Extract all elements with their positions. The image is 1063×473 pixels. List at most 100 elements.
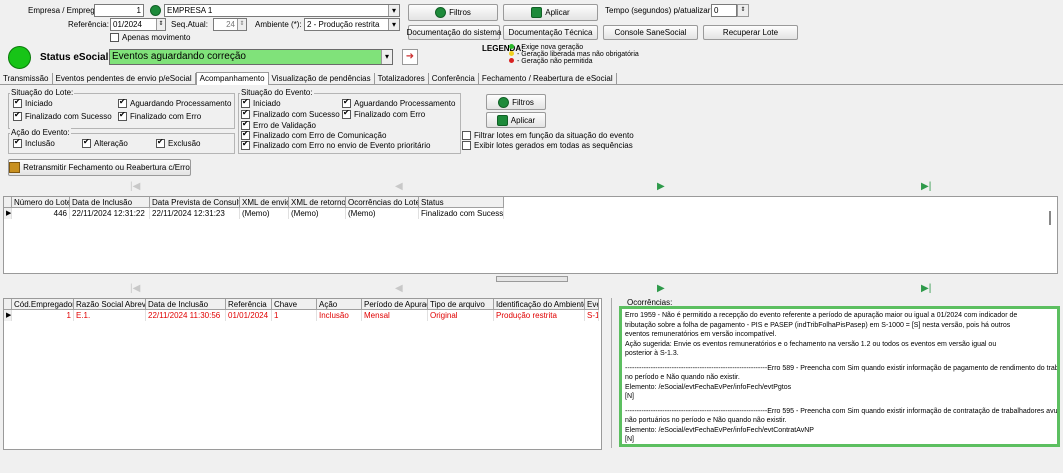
- referencia-field[interactable]: 01/2024 ⇕: [110, 18, 166, 31]
- ev-erro-envio-checkbox[interactable]: Finalizado com Erro no envio de Evento p…: [241, 139, 430, 151]
- scrollbar-thumb[interactable]: [1049, 211, 1051, 225]
- col-header[interactable]: Data de Inclusão: [70, 197, 150, 208]
- col-header[interactable]: Data de Inclusão: [146, 299, 226, 310]
- col-header[interactable]: Ocorrências do Lote: [346, 197, 419, 208]
- col-header[interactable]: XML de envio: [240, 197, 289, 208]
- cell[interactable]: 01/01/2024: [226, 310, 272, 321]
- last-record-icon[interactable]: ▶|: [921, 283, 931, 294]
- dropdown-arrow-icon[interactable]: ▾: [388, 5, 399, 16]
- checkbox-icon[interactable]: [156, 137, 165, 149]
- aplicar-button[interactable]: Aplicar: [503, 4, 598, 21]
- cell[interactable]: Produção restrita: [494, 310, 585, 321]
- acao-exclusao-checkbox[interactable]: Exclusão: [156, 137, 200, 149]
- cell[interactable]: Inclusão: [317, 310, 362, 321]
- lote-aguardando-checkbox[interactable]: Aguardando Processamento: [118, 97, 231, 109]
- dropdown-arrow-icon[interactable]: ▾: [388, 19, 399, 30]
- cell[interactable]: Finalizado com Sucesso: [419, 208, 504, 219]
- apenas-movimento-checkbox[interactable]: Apenas movimento: [110, 33, 190, 43]
- first-record-icon[interactable]: |◀: [130, 283, 140, 294]
- checkbox-icon[interactable]: [241, 108, 250, 120]
- scrollbar[interactable]: [1047, 209, 1055, 271]
- ev-aguardando-checkbox[interactable]: Aguardando Processamento: [342, 97, 455, 109]
- recuperar-lote-button[interactable]: Recuperar Lote: [703, 25, 798, 40]
- cell[interactable]: Mensal: [362, 310, 428, 321]
- retransmitir-button[interactable]: Retransmitir Fechamento ou Reabertura c/…: [8, 159, 191, 176]
- checkbox-icon[interactable]: [110, 33, 119, 43]
- col-header[interactable]: Tipo de arquivo: [428, 299, 494, 310]
- filtros-button[interactable]: Filtros: [408, 4, 498, 21]
- cell[interactable]: S-12: [585, 310, 599, 321]
- cell[interactable]: (Memo): [240, 208, 289, 219]
- tab-conferencia[interactable]: Conferência: [429, 73, 479, 85]
- console-button[interactable]: Console SaneSocial: [603, 25, 698, 40]
- col-header[interactable]: Eve: [585, 299, 599, 310]
- col-header[interactable]: Número do Lote: [12, 197, 70, 208]
- tab-fechamento-reabertura[interactable]: Fechamento / Reabertura de eSocial: [479, 73, 617, 85]
- lote-fin-erro-checkbox[interactable]: Finalizado com Erro: [118, 110, 201, 122]
- ev-erro-validacao-checkbox[interactable]: Erro de Validação: [241, 119, 316, 131]
- export-icon[interactable]: ➜: [402, 49, 418, 65]
- checkbox-icon[interactable]: [342, 97, 351, 109]
- aplicar-lote-button[interactable]: Aplicar: [486, 112, 546, 128]
- splitter-handle[interactable]: [496, 276, 568, 282]
- checkbox-icon[interactable]: [342, 108, 351, 120]
- col-header[interactable]: Período de Apuração: [362, 299, 428, 310]
- spinner-icon[interactable]: ⇕: [156, 19, 165, 30]
- col-header[interactable]: Data Prevista de Consulta: [150, 197, 240, 208]
- checkbox-icon[interactable]: [13, 137, 22, 149]
- tab-acompanhamento[interactable]: Acompanhamento: [195, 72, 269, 85]
- last-record-icon[interactable]: ▶|: [921, 181, 931, 192]
- tab-transmissao[interactable]: Transmissão: [0, 73, 53, 85]
- checkbox-icon[interactable]: [82, 137, 91, 149]
- col-header[interactable]: XML de retorno: [289, 197, 346, 208]
- empresa-code-field[interactable]: 1: [94, 4, 144, 17]
- lote-iniciado-checkbox[interactable]: Iniciado: [13, 97, 53, 109]
- checkbox-icon[interactable]: [118, 97, 127, 109]
- cell[interactable]: E.1.: [74, 310, 146, 321]
- col-header[interactable]: Identificação do Ambiente: [494, 299, 585, 310]
- spinner-icon[interactable]: ⇕: [737, 4, 749, 17]
- col-header[interactable]: Razão Social Abrev: [74, 299, 146, 310]
- checkbox-icon[interactable]: [241, 139, 250, 151]
- col-header[interactable]: Ação: [317, 299, 362, 310]
- tab-visualizacao-pendencias[interactable]: Visualização de pendências: [269, 73, 375, 85]
- lote-fin-sucesso-checkbox[interactable]: Finalizado com Sucesso: [13, 110, 112, 122]
- tempo-field[interactable]: 0: [711, 4, 737, 17]
- prev-record-icon[interactable]: ◀: [395, 283, 403, 294]
- checkbox-icon[interactable]: [118, 110, 127, 122]
- dropdown-arrow-icon[interactable]: ▾: [381, 50, 392, 64]
- ocorrencias-memo[interactable]: Erro 1959 - Não é permitido a recepção d…: [619, 306, 1060, 447]
- col-header[interactable]: Referência: [226, 299, 272, 310]
- checkbox-icon[interactable]: [13, 110, 22, 122]
- next-record-icon[interactable]: ▶: [657, 181, 665, 192]
- cell[interactable]: 1: [272, 310, 317, 321]
- checkbox-icon[interactable]: [13, 97, 22, 109]
- search-icon[interactable]: [150, 5, 161, 16]
- acao-inclusao-checkbox[interactable]: Inclusão: [13, 137, 55, 149]
- col-header[interactable]: Cód.Empregador: [12, 299, 74, 310]
- cell[interactable]: 22/11/2024 12:31:23: [150, 208, 240, 219]
- cell[interactable]: 22/11/2024 11:30:56: [146, 310, 226, 321]
- cell[interactable]: 446: [12, 208, 70, 219]
- tab-eventos-pendentes[interactable]: Eventos pendentes de envio p/eSocial: [53, 73, 196, 85]
- tab-totalizadores[interactable]: Totalizadores: [375, 73, 429, 85]
- cell[interactable]: 1: [12, 310, 74, 321]
- col-header[interactable]: Status: [419, 197, 504, 208]
- cell[interactable]: Original: [428, 310, 494, 321]
- filtros-lote-button[interactable]: Filtros: [486, 94, 546, 110]
- col-header[interactable]: Chave: [272, 299, 317, 310]
- checkbox-icon[interactable]: [462, 141, 471, 151]
- vertical-splitter[interactable]: [611, 298, 618, 448]
- ev-fin-erro-checkbox[interactable]: Finalizado com Erro: [342, 108, 425, 120]
- first-record-icon[interactable]: |◀: [130, 181, 140, 192]
- ev-fin-sucesso-checkbox[interactable]: Finalizado com Sucesso: [241, 108, 340, 120]
- acao-alteracao-checkbox[interactable]: Alteração: [82, 137, 128, 149]
- prev-record-icon[interactable]: ◀: [395, 181, 403, 192]
- ambiente-select[interactable]: 2 - Produção restrita ▾: [304, 18, 400, 31]
- ev-erro-comunicacao-checkbox[interactable]: Finalizado com Erro de Comunicação: [241, 129, 386, 141]
- cell[interactable]: (Memo): [346, 208, 419, 219]
- cell[interactable]: 22/11/2024 12:31:22: [70, 208, 150, 219]
- checkbox-icon[interactable]: [462, 131, 471, 141]
- checkbox-icon[interactable]: [241, 97, 250, 109]
- doc-tecnica-button[interactable]: Documentação Técnica: [503, 25, 598, 40]
